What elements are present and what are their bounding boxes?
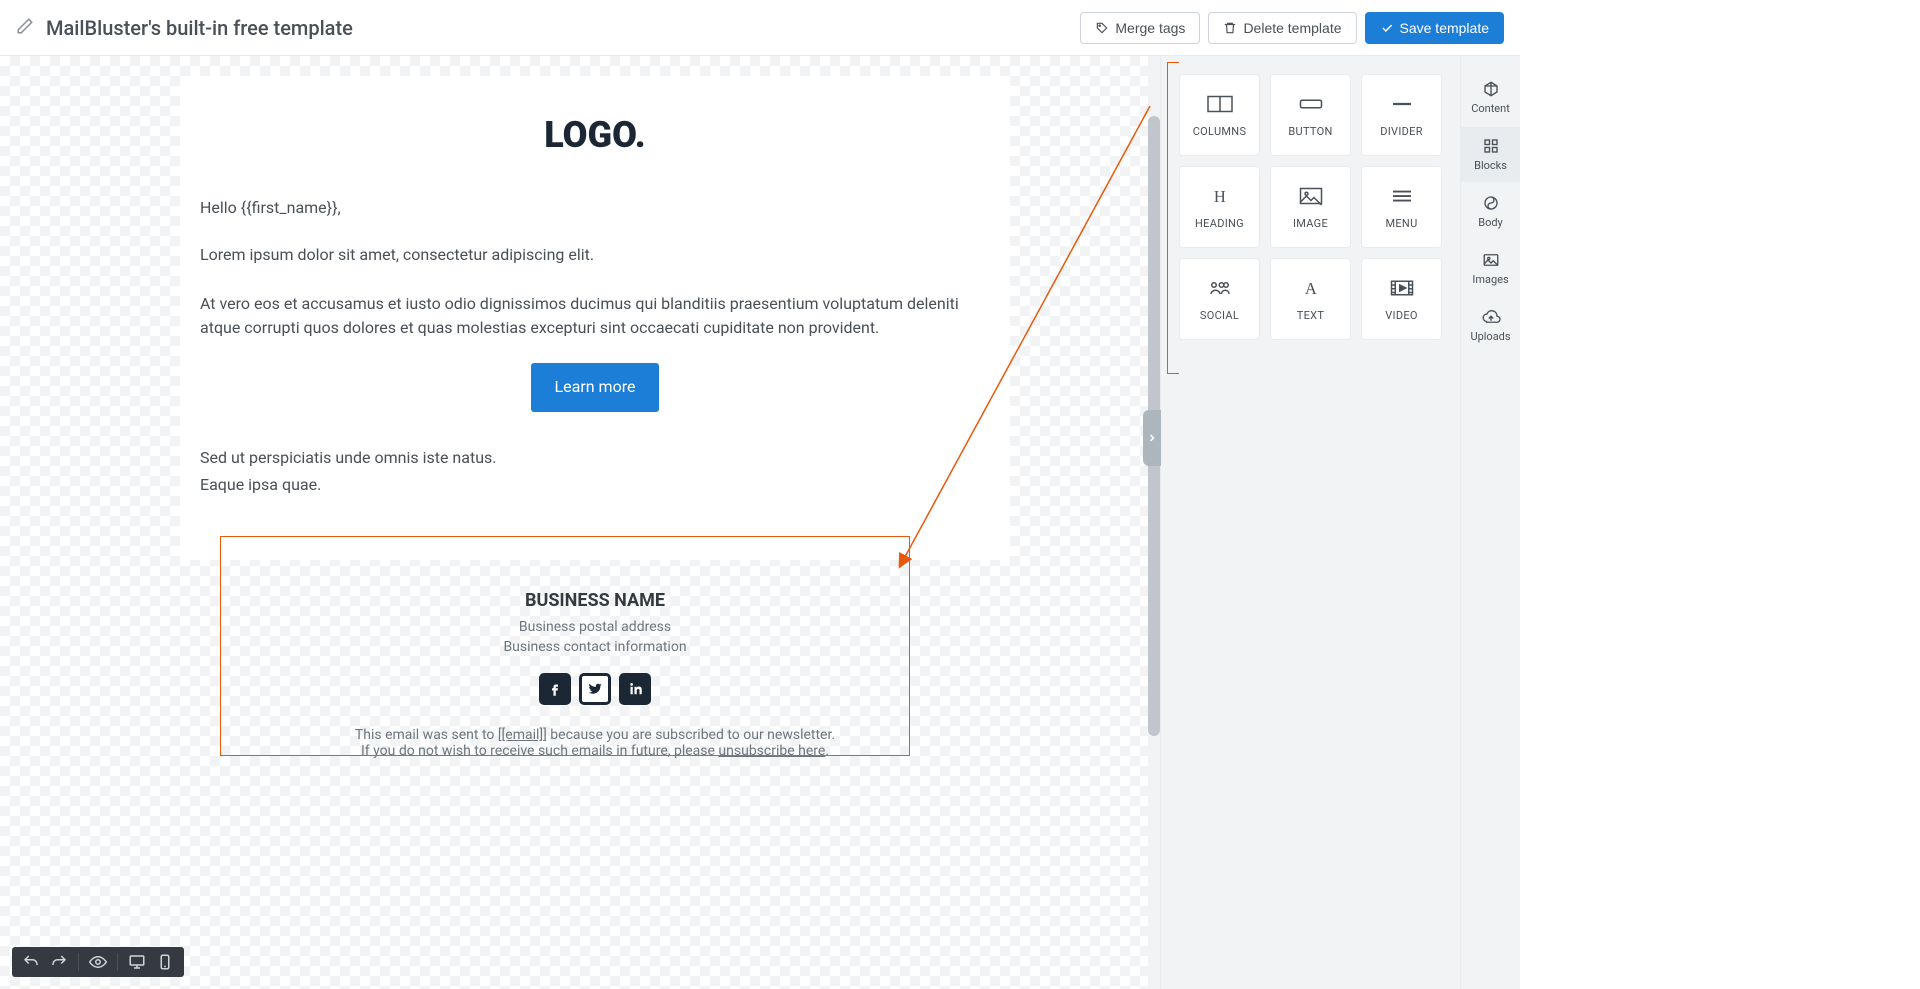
block-heading[interactable]: HHEADING: [1179, 166, 1260, 248]
email-content-block[interactable]: LOGO. Hello {{first_name}}, Lorem ipsum …: [180, 76, 1010, 560]
paragraph-3a[interactable]: Sed ut perspiciatis unde omnis iste natu…: [200, 446, 990, 471]
editor-canvas[interactable]: LOGO. Hello {{first_name}}, Lorem ipsum …: [0, 56, 1160, 989]
delete-template-button[interactable]: Delete template: [1208, 12, 1356, 44]
bottom-floating-toolbar: [12, 947, 184, 977]
unsubscribe-link[interactable]: unsubscribe here: [718, 743, 825, 759]
undo-icon[interactable]: [22, 953, 40, 971]
rail-body[interactable]: Body: [1461, 184, 1520, 239]
block-button[interactable]: BUTTON: [1270, 74, 1351, 156]
business-contact[interactable]: Business contact information: [180, 639, 1010, 655]
block-image[interactable]: IMAGE: [1270, 166, 1351, 248]
email-placeholder-link[interactable]: [[email]]: [498, 727, 547, 743]
logo-text[interactable]: LOGO.: [200, 114, 990, 156]
linkedin-icon[interactable]: [619, 673, 651, 705]
block-social[interactable]: SOCIAL: [1179, 258, 1260, 340]
delete-template-label: Delete template: [1243, 20, 1341, 36]
business-postal[interactable]: Business postal address: [180, 619, 1010, 635]
annotation-panel-bracket: [1167, 62, 1179, 374]
collapse-panel-handle[interactable]: [1143, 410, 1161, 466]
block-menu[interactable]: MENU: [1361, 166, 1442, 248]
top-toolbar: MailBluster's built-in free template Mer…: [0, 0, 1520, 56]
facebook-icon[interactable]: [539, 673, 571, 705]
rail-blocks[interactable]: Blocks: [1461, 127, 1520, 182]
paragraph-1[interactable]: Lorem ipsum dolor sit amet, consectetur …: [200, 243, 990, 268]
email-footer-block[interactable]: BUSINESS NAME Business postal address Bu…: [180, 590, 1010, 759]
desktop-view-icon[interactable]: [128, 953, 146, 971]
rail-uploads[interactable]: Uploads: [1461, 298, 1520, 353]
edit-title-icon[interactable]: [16, 17, 34, 39]
rail-images[interactable]: Images: [1461, 241, 1520, 296]
block-text[interactable]: ATEXT: [1270, 258, 1351, 340]
svg-text:A: A: [1304, 279, 1316, 298]
block-video[interactable]: VIDEO: [1361, 258, 1442, 340]
twitter-icon[interactable]: [579, 673, 611, 705]
greeting-text[interactable]: Hello {{first_name}},: [200, 196, 990, 221]
business-name[interactable]: BUSINESS NAME: [180, 590, 1010, 611]
cta-button[interactable]: Learn more: [531, 363, 660, 412]
blocks-panel: COLUMNSBUTTONDIVIDER HHEADINGIMAGEMENU SOC…: [1160, 56, 1460, 989]
paragraph-2[interactable]: At vero eos et accusamus et iusto odio d…: [200, 292, 990, 342]
paragraph-3b[interactable]: Eaque ipsa quae.: [200, 473, 990, 498]
block-columns[interactable]: COLUMNS: [1179, 74, 1260, 156]
preview-icon[interactable]: [89, 953, 107, 971]
save-template-button[interactable]: Save template: [1365, 12, 1505, 44]
mobile-view-icon[interactable]: [156, 953, 174, 971]
svg-text:H: H: [1213, 187, 1225, 206]
side-rail: ContentBlocksBodyImagesUploads: [1460, 56, 1520, 989]
save-template-label: Save template: [1400, 20, 1490, 36]
rail-content[interactable]: Content: [1461, 70, 1520, 125]
merge-tags-label: Merge tags: [1115, 20, 1185, 36]
redo-icon[interactable]: [50, 953, 68, 971]
footer-fineprint-1[interactable]: This email was sent to [[email]] because…: [180, 727, 1010, 743]
page-title: MailBluster's built-in free template: [46, 16, 353, 40]
merge-tags-button[interactable]: Merge tags: [1080, 12, 1200, 44]
footer-fineprint-2[interactable]: If you do not wish to receive such email…: [180, 743, 1010, 759]
block-divider[interactable]: DIVIDER: [1361, 74, 1442, 156]
